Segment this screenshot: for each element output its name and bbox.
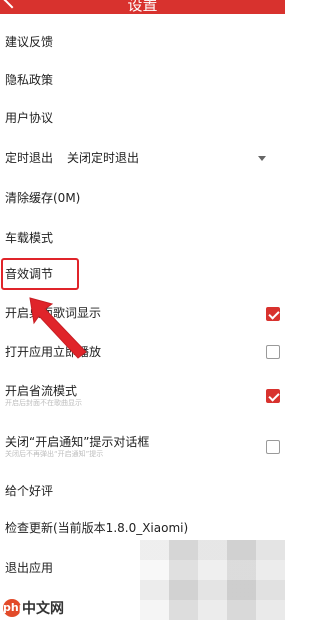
autoplay-checkbox[interactable] <box>266 345 280 359</box>
watermark: php中文网 <box>3 597 64 617</box>
dropdown-caret-icon[interactable] <box>258 156 266 161</box>
settings-item-feedback[interactable]: 建议反馈 <box>0 25 285 63</box>
pixelated-overlay <box>140 540 285 620</box>
settings-item-user-agreement[interactable]: 用户协议 <box>0 101 285 139</box>
settings-item-notification-prompt[interactable]: 关闭“开启通知”提示对话框 关闭后不再弹出“开启通知”提示 <box>0 425 285 463</box>
settings-item-label: 开启省流模式 <box>5 384 78 398</box>
settings-item-car-mode[interactable]: 车载模式 <box>0 221 285 259</box>
settings-item-label: 清除缓存(0M) <box>5 191 81 205</box>
desktop-lyrics-checkbox[interactable] <box>266 307 280 321</box>
settings-item-label: 建议反馈 <box>5 35 54 49</box>
notification-prompt-checkbox[interactable] <box>266 440 280 454</box>
settings-item-label: 关闭“开启通知”提示对话框 <box>5 435 150 449</box>
settings-item-label: 用户协议 <box>5 111 54 125</box>
annotation-highlight-box <box>1 258 79 290</box>
settings-item-label: 车载模式 <box>5 231 54 245</box>
settings-item-label: 给个好评 <box>5 484 54 498</box>
settings-item-sublabel: 开启后封面不在歌曲显示 <box>5 399 82 407</box>
settings-item-label: 检查更新(当前版本1.8.0_Xiaomi) <box>5 521 189 535</box>
timer-exit-value[interactable]: 关闭定时退出 <box>67 150 139 166</box>
watermark-text: 中文网 <box>22 600 64 617</box>
settings-item-rate-app[interactable]: 给个好评 <box>0 474 285 512</box>
annotation-arrow-icon <box>29 297 87 359</box>
top-bar: 设置 <box>0 0 285 14</box>
watermark-logo: php <box>3 598 27 617</box>
settings-item-clear-cache[interactable]: 清除缓存(0M) <box>0 181 285 219</box>
settings-item-label: 退出应用 <box>5 561 54 575</box>
settings-item-label: 隐私政策 <box>5 73 54 87</box>
settings-item-data-saver[interactable]: 开启省流模式 开启后封面不在歌曲显示 <box>0 374 285 412</box>
data-saver-checkbox[interactable] <box>266 389 280 403</box>
settings-item-sublabel: 关闭后不再弹出“开启通知”提示 <box>5 450 104 458</box>
settings-item-timer-exit[interactable]: 定时退出 关闭定时退出 <box>0 141 285 179</box>
page-title: 设置 <box>127 0 158 14</box>
settings-item-privacy-policy[interactable]: 隐私政策 <box>0 63 285 101</box>
settings-item-label: 定时退出 <box>5 151 54 165</box>
